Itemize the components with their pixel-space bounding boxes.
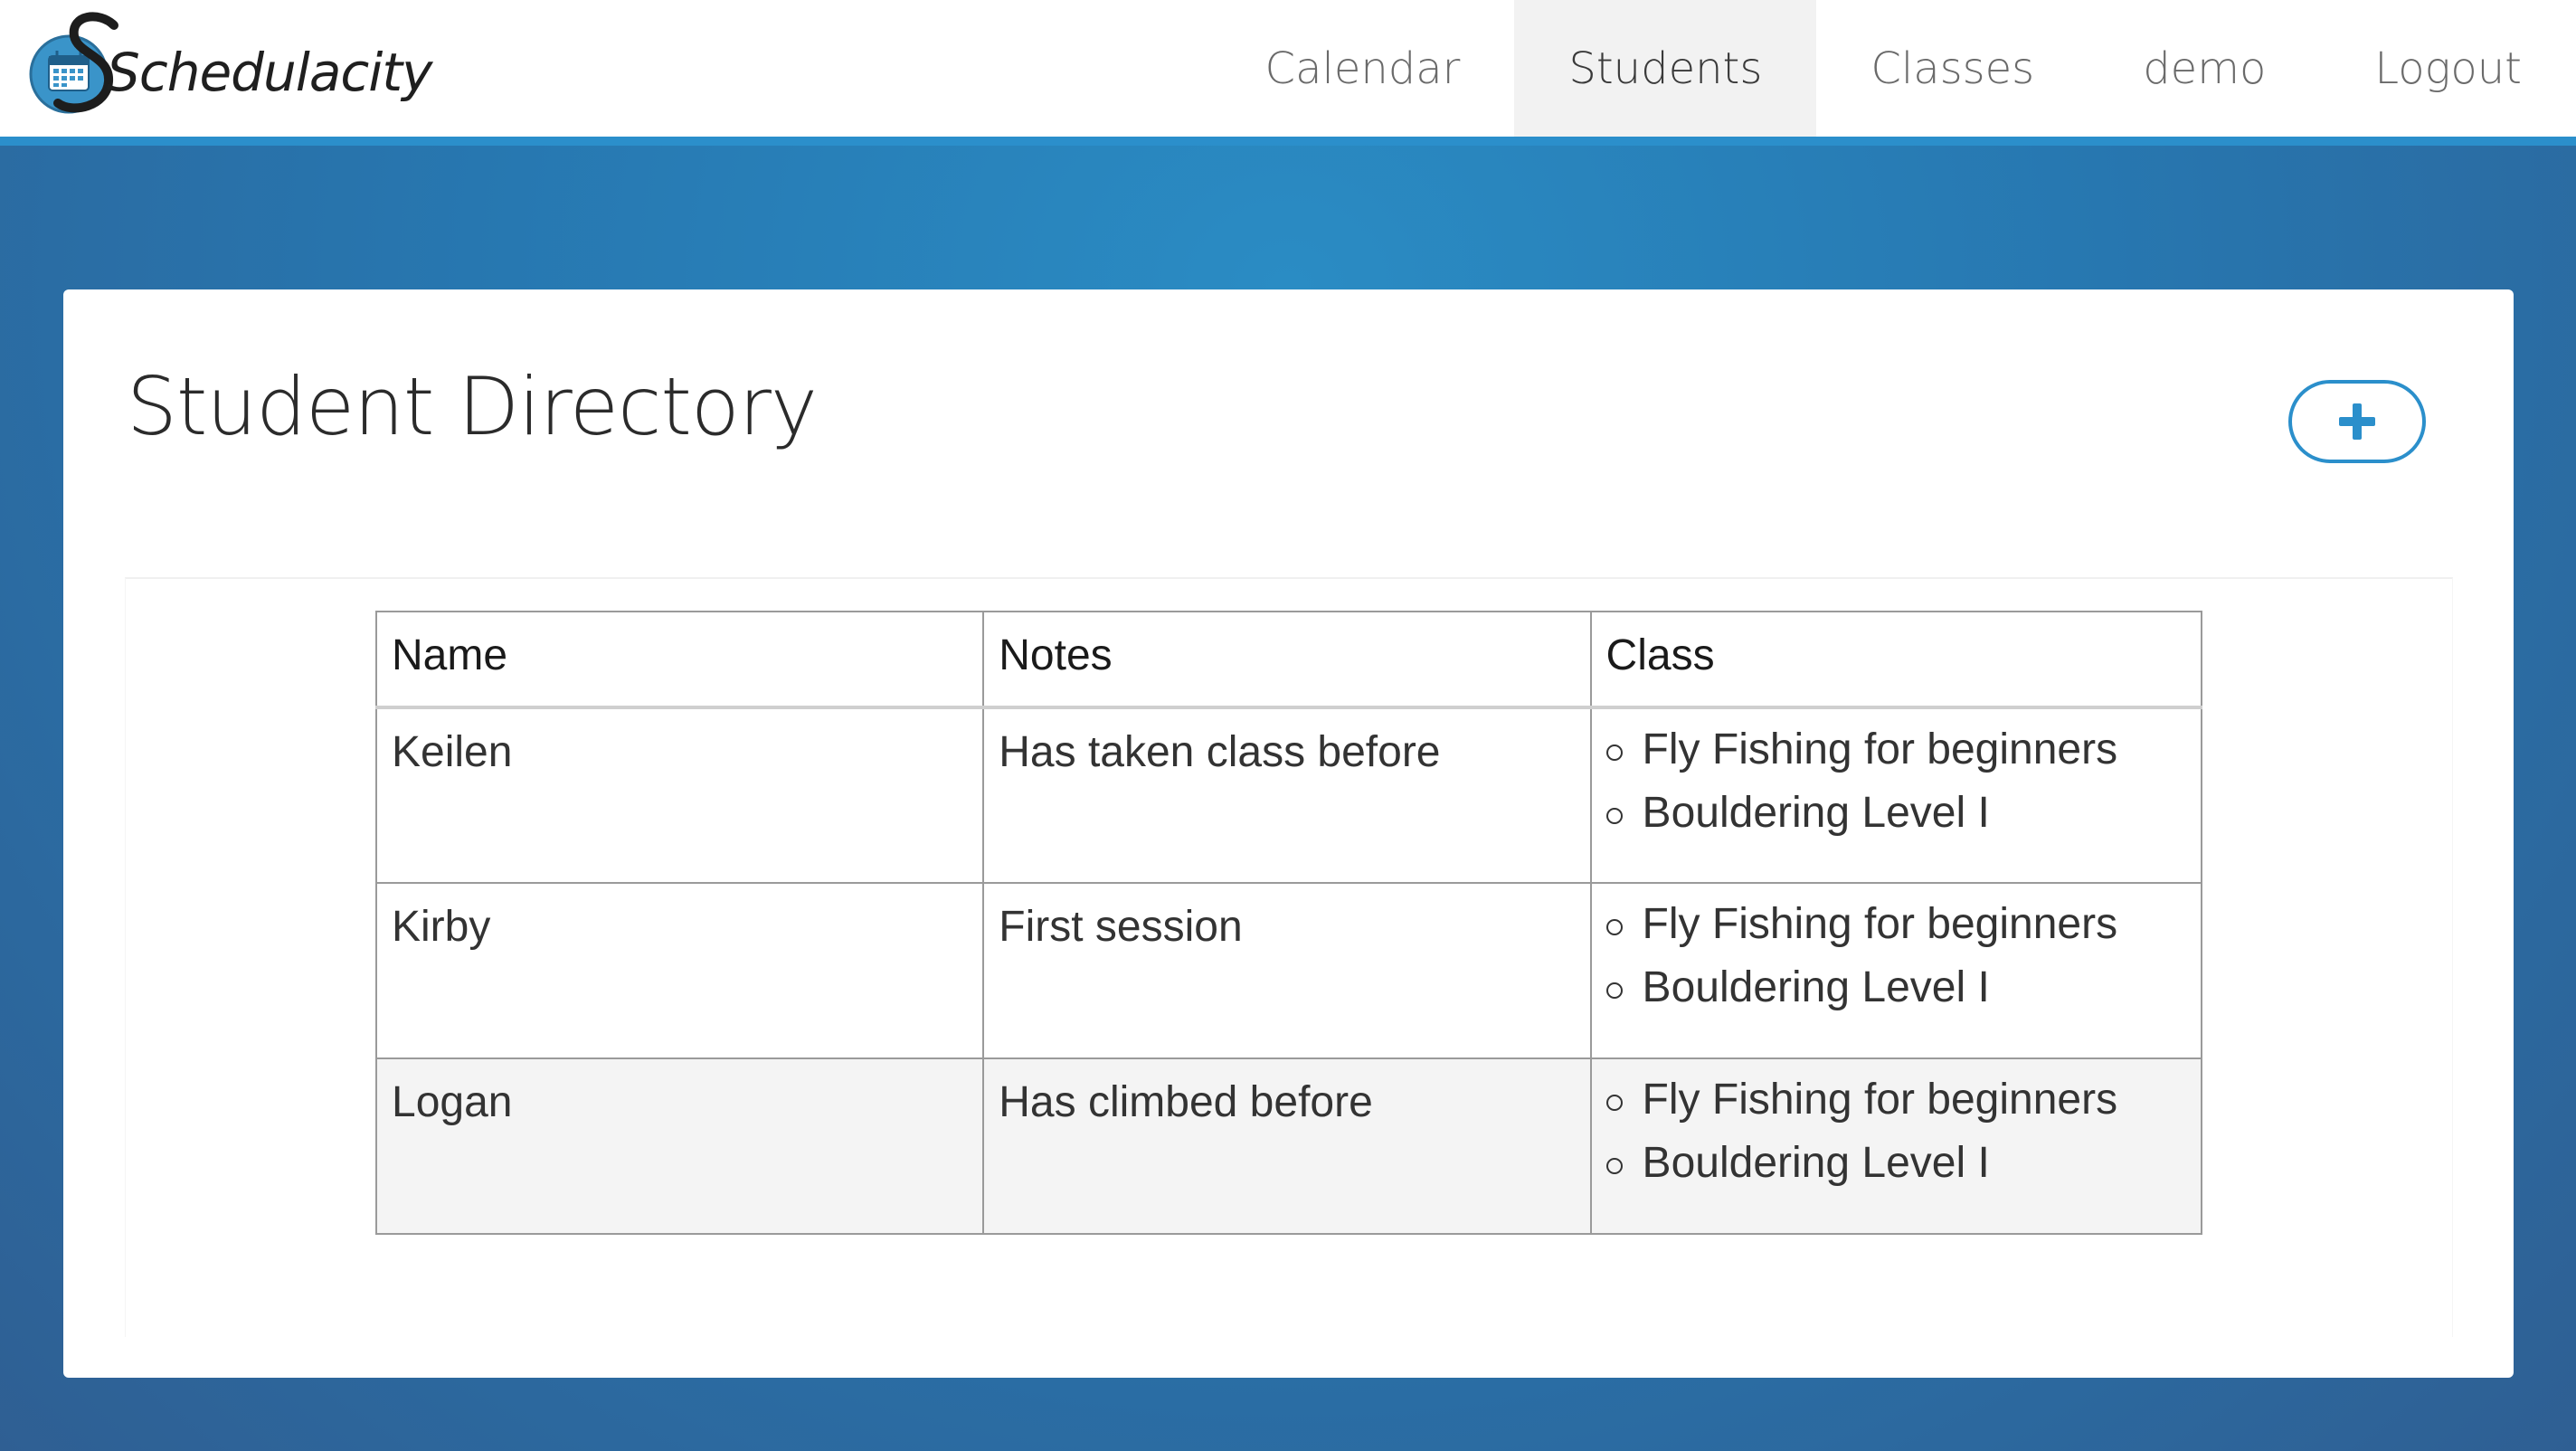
cell-classes: Fly Fishing for beginners Bouldering Lev… <box>1589 1057 2203 1235</box>
brand-name: Schedulacity <box>107 42 432 103</box>
plus-icon <box>2339 403 2375 440</box>
table-row[interactable]: Keilen Has taken class before Fly Fishin… <box>374 707 2203 884</box>
cell-notes: Has climbed before <box>982 1057 1592 1235</box>
class-list: Fly Fishing for beginners Bouldering Lev… <box>1605 718 2186 845</box>
table-row[interactable]: Logan Has climbed before Fly Fishing for… <box>374 1057 2203 1235</box>
cell-notes: Has taken class before <box>982 707 1592 884</box>
main-nav: Calendar Students Classes demo Logout <box>1211 0 2576 137</box>
cell-classes: Fly Fishing for beginners Bouldering Lev… <box>1589 882 2203 1059</box>
header-class: Class <box>1589 611 2203 709</box>
page-title: Student Directory <box>127 360 818 453</box>
table-header-row: Name Notes Class <box>374 611 2203 709</box>
cell-notes: First session <box>982 882 1592 1059</box>
cell-name: Keilen <box>374 707 985 884</box>
class-list: Fly Fishing for beginners Bouldering Lev… <box>1605 893 2186 1019</box>
class-item: Fly Fishing for beginners <box>1605 893 2186 956</box>
nav-classes[interactable]: Classes <box>1816 0 2088 137</box>
cell-classes: Fly Fishing for beginners Bouldering Lev… <box>1589 707 2203 884</box>
nav-user-demo[interactable]: demo <box>2088 0 2320 137</box>
class-item: Bouldering Level I <box>1605 1132 2186 1195</box>
class-list: Fly Fishing for beginners Bouldering Lev… <box>1605 1068 2186 1195</box>
nav-logout[interactable]: Logout <box>2320 0 2576 137</box>
class-item: Bouldering Level I <box>1605 956 2186 1019</box>
class-item: Fly Fishing for beginners <box>1605 1068 2186 1132</box>
cell-name: Kirby <box>374 882 985 1059</box>
class-item: Bouldering Level I <box>1605 782 2186 845</box>
top-navbar: Schedulacity Calendar Students Classes d… <box>0 0 2576 146</box>
add-student-button[interactable] <box>2288 380 2426 463</box>
cell-name: Logan <box>374 1057 985 1235</box>
content-card: Student Directory Name Notes Class Keile… <box>63 289 2514 1378</box>
nav-calendar[interactable]: Calendar <box>1211 0 1515 137</box>
header-notes: Notes <box>982 611 1592 709</box>
class-item: Fly Fishing for beginners <box>1605 718 2186 782</box>
nav-students[interactable]: Students <box>1514 0 1817 137</box>
student-table: Name Notes Class Keilen Has taken class … <box>374 611 2203 1235</box>
brand-logo[interactable]: Schedulacity <box>27 9 432 118</box>
header-name: Name <box>374 611 985 709</box>
table-row[interactable]: Kirby First session Fly Fishing for begi… <box>374 882 2203 1059</box>
